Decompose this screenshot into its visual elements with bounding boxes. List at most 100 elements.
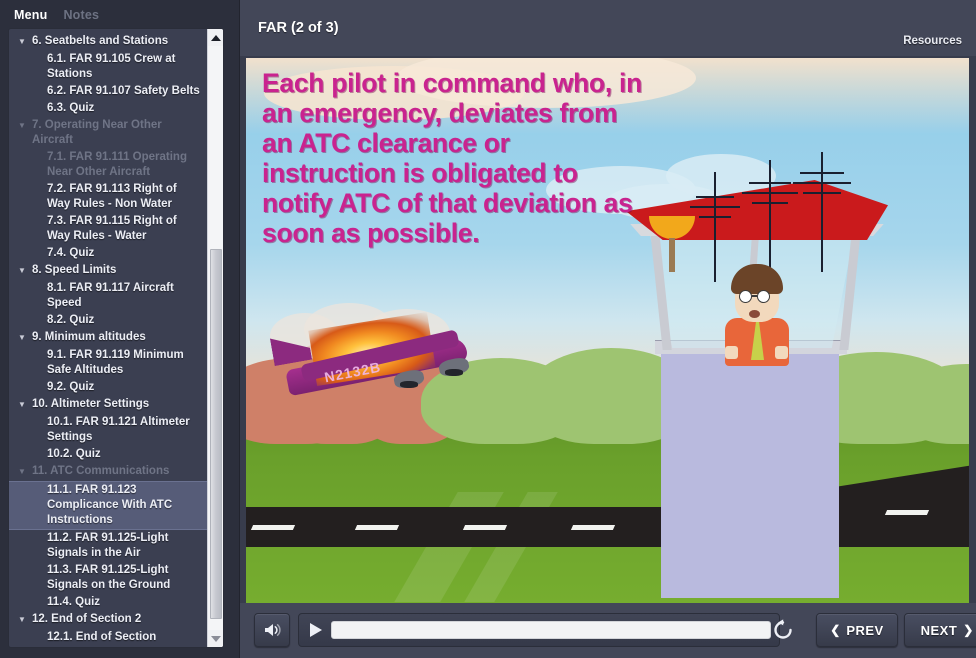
controller-hand	[725, 346, 738, 359]
menu-item-label: 7.4. Quiz	[47, 247, 95, 259]
chevron-down-icon[interactable]: ▼	[15, 118, 29, 148]
menu-scrollport: ▼ 6. Seatbelts and Stations 6.1. FAR 91.10…	[9, 29, 209, 647]
menu-item-7-3[interactable]: 7.3. FAR 91.115 Right of Way Rules - Wat…	[9, 213, 209, 245]
sidebar: Menu Notes ▼ 6. Seatbelts and Stations 6.1…	[0, 0, 240, 658]
menu-item-8-2[interactable]: 8.2. Quiz	[9, 312, 209, 329]
menu-item-12-1[interactable]: 12.1. End of Section	[9, 629, 209, 646]
menu-item-label: 10.1. FAR 91.121 Altimeter Settings	[47, 416, 190, 443]
menu-item-label: 7.2. FAR 91.113 Right of Way Rules - Non…	[47, 183, 177, 210]
menu-item-10-2[interactable]: 10.2. Quiz	[9, 446, 209, 463]
menu-item-8-1[interactable]: 8.1. FAR 91.117 Aircraft Speed	[9, 280, 209, 312]
menu-item-label: 9.1. FAR 91.119 Minimum Safe Altitudes	[47, 349, 184, 376]
next-button[interactable]: NEXT ❯	[904, 613, 976, 647]
antenna-icon	[793, 152, 851, 272]
controller-hair	[731, 264, 783, 294]
sidebar-tabs: Menu Notes	[0, 0, 239, 28]
menu-item-7[interactable]: ▼ 7. Operating Near Other Aircraft	[9, 117, 209, 149]
menu-item-label: 6.3. Quiz	[47, 102, 95, 114]
play-button[interactable]	[299, 614, 331, 646]
chevron-down-icon[interactable]: ▼	[15, 612, 29, 628]
menu-item-label: 7.3. FAR 91.115 Right of Way Rules - Wat…	[47, 215, 177, 242]
speaker-icon	[265, 624, 281, 636]
menu-item-12[interactable]: ▼ 12. End of Section 2	[9, 611, 209, 629]
menu-item-11[interactable]: ▼ 11. ATC Communications	[9, 463, 209, 481]
controller-glasses-bridge	[752, 295, 757, 297]
menu-item-6-1[interactable]: 6.1. FAR 91.105 Crew at Stations	[9, 51, 209, 83]
tower-base	[661, 348, 839, 598]
resources-button[interactable]: Resources	[903, 35, 962, 47]
menu-item-label: 11.4. Quiz	[47, 596, 101, 608]
control-tower	[626, 152, 888, 598]
chevron-down-icon[interactable]: ▼	[15, 397, 29, 413]
menu-item-label: 9.2. Quiz	[47, 381, 95, 393]
menu-item-label: 6.1. FAR 91.105 Crew at Stations	[47, 53, 176, 80]
chevron-down-icon[interactable]: ▼	[15, 464, 29, 480]
menu-item-9[interactable]: ▼ 9. Minimum altitudes	[9, 329, 209, 347]
menu-item-label: 8. Speed Limits	[32, 264, 117, 276]
menu-item-7-4[interactable]: 7.4. Quiz	[9, 245, 209, 262]
menu-item-9-2[interactable]: 9.2. Quiz	[9, 379, 209, 396]
menu-item-label: 7. Operating Near Other Aircraft	[32, 119, 162, 146]
menu-item-9-1[interactable]: 9.1. FAR 91.119 Minimum Safe Altitudes	[9, 347, 209, 379]
burning-aircraft: N2132B	[264, 303, 484, 413]
runway-marking	[884, 510, 930, 515]
volume-button[interactable]	[254, 613, 290, 647]
menu-scrollbar[interactable]	[207, 29, 223, 647]
menu-item-6[interactable]: ▼ 6. Seatbelts and Stations	[9, 33, 209, 51]
scrollbar-thumb[interactable]	[210, 249, 222, 619]
prev-label: PREV	[846, 622, 884, 638]
menu-item-6-2[interactable]: 6.2. FAR 91.107 Safety Belts	[9, 83, 209, 100]
menu-item-11-1[interactable]: 11.1. FAR 91.123 Complicance With ATC In…	[9, 481, 209, 530]
menu-item-10-1[interactable]: 10.1. FAR 91.121 Altimeter Settings	[9, 414, 209, 446]
chevron-down-icon[interactable]: ▼	[15, 34, 29, 50]
menu-item-label: 10. Altimeter Settings	[32, 398, 150, 410]
menu-item-7-2[interactable]: 7.2. FAR 91.113 Right of Way Rules - Non…	[9, 181, 209, 213]
playback-bar	[298, 613, 780, 647]
header-bar: FAR (2 of 3) Resources	[240, 0, 976, 56]
prev-button[interactable]: ❮ PREV	[816, 613, 898, 647]
controller-glasses	[757, 290, 770, 303]
menu-item-label: 9. Minimum altitudes	[32, 331, 146, 343]
radar-dish-pole	[669, 238, 675, 272]
menu-panel: ▼ 6. Seatbelts and Stations 6.1. FAR 91.10…	[8, 28, 224, 648]
slide-text: Each pilot in command who, in an emergen…	[262, 68, 642, 248]
landing-gear-wheel	[400, 381, 418, 388]
menu-list: ▼ 6. Seatbelts and Stations 6.1. FAR 91.10…	[9, 29, 209, 647]
menu-item-11-3[interactable]: 11.3. FAR 91.125-Light Signals on the Gr…	[9, 562, 209, 594]
chevron-down-icon[interactable]: ▼	[15, 263, 29, 279]
menu-item-10[interactable]: ▼ 10. Altimeter Settings	[9, 396, 209, 414]
menu-item-label: 7.1. FAR 91.111 Operating Near Other Air…	[47, 151, 187, 178]
tab-notes[interactable]: Notes	[63, 8, 99, 22]
menu-item-label: 11.1. FAR 91.123 Complicance With ATC In…	[47, 484, 173, 526]
menu-item-label: 8.2. Quiz	[47, 314, 95, 326]
menu-item-8[interactable]: ▼ 8. Speed Limits	[9, 262, 209, 280]
seek-slider[interactable]	[331, 621, 771, 639]
air-traffic-controller	[711, 264, 803, 366]
menu-item-11-2[interactable]: 11.2. FAR 91.125-Light Signals in the Ai…	[9, 530, 209, 562]
runway-marking	[462, 525, 508, 530]
controller-mouth	[749, 310, 760, 318]
menu-item-label: 10.2. Quiz	[47, 448, 101, 460]
menu-item-7-1[interactable]: 7.1. FAR 91.111 Operating Near Other Air…	[9, 149, 209, 181]
menu-item-label: 6.2. FAR 91.107 Safety Belts	[47, 85, 200, 97]
chevron-right-icon: ❯	[963, 623, 974, 637]
tab-menu[interactable]: Menu	[14, 8, 47, 22]
course-player: Menu Notes ▼ 6. Seatbelts and Stations 6.1…	[0, 0, 976, 658]
replay-button[interactable]	[768, 615, 798, 645]
chevron-left-icon: ❮	[830, 623, 841, 637]
runway-marking	[570, 525, 616, 530]
scroll-down-icon[interactable]	[208, 630, 223, 647]
menu-item-label: 11.2. FAR 91.125-Light Signals in the Ai…	[47, 532, 169, 559]
runway-marking	[354, 525, 400, 530]
runway-marking	[250, 525, 296, 530]
menu-item-label: 11. ATC Communications	[32, 465, 170, 477]
replay-icon	[774, 619, 792, 639]
menu-item-6-3[interactable]: 6.3. Quiz	[9, 100, 209, 117]
menu-item-label: 6. Seatbelts and Stations	[32, 35, 169, 47]
chevron-down-icon[interactable]: ▼	[15, 330, 29, 346]
controller-hand	[775, 346, 788, 359]
scroll-up-icon[interactable]	[208, 29, 223, 46]
menu-item-13[interactable]: ▼13. Final Quiz Part-2	[9, 646, 209, 647]
menu-item-11-4[interactable]: 11.4. Quiz	[9, 594, 209, 611]
next-label: NEXT	[920, 622, 958, 638]
